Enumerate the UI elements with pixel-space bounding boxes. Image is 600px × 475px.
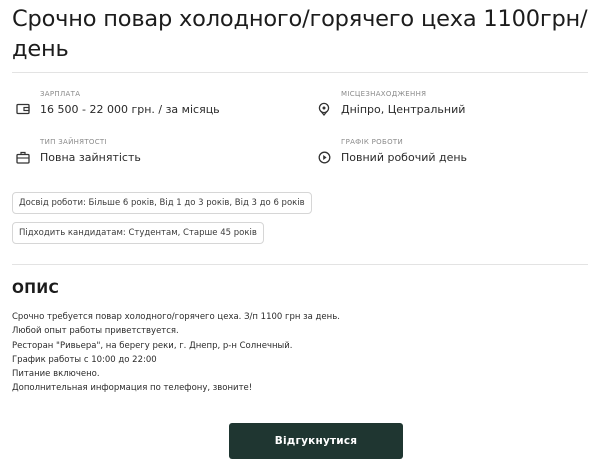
schedule-info: ГРАФІК РОБОТИ Повний робочий день: [313, 137, 583, 168]
description-line: График работы с 10:00 до 22:00: [12, 354, 157, 365]
location-pin-icon: [313, 98, 335, 120]
employment-info: ТИП ЗАЙНЯТОСТІ Повна зайнятість: [12, 137, 292, 168]
location-value: Дніпро, Центральний: [341, 103, 466, 116]
description-line: Дополнительная информация по телефону, з…: [12, 383, 253, 394]
salary-value: 16 500 - 22 000 грн. / за місяць: [40, 103, 220, 116]
briefcase-icon: [12, 146, 34, 168]
schedule-value: Повний робочий день: [341, 151, 468, 164]
divider-mid: [12, 264, 588, 265]
tag-candidates: Підходить кандидатам: Студентам, Старше …: [12, 222, 264, 244]
description-line: Питание включено.: [12, 369, 100, 380]
salary-info: ЗАРПЛАТА 16 500 - 22 000 грн. / за місяц…: [12, 89, 292, 120]
employment-label: ТИП ЗАЙНЯТОСТІ: [40, 138, 107, 146]
description-heading: ОПИС: [12, 281, 60, 297]
clock-icon: [313, 146, 335, 168]
wallet-icon: [12, 98, 34, 120]
tag-experience: Досвід роботи: Більше 6 років, Від 1 до …: [12, 192, 312, 214]
location-label: МІСЦЕЗНАХОДЖЕННЯ: [341, 90, 427, 98]
schedule-label: ГРАФІК РОБОТИ: [341, 138, 404, 146]
salary-label: ЗАРПЛАТА: [40, 90, 81, 98]
employment-value: Повна зайнятість: [40, 151, 141, 164]
apply-button[interactable]: Відгукнутися: [229, 423, 403, 459]
description-line: Любой опыт работы приветствуется.: [12, 326, 179, 337]
divider-top: [12, 72, 588, 73]
description-text: Срочно требуется повар холодного/горячег…: [12, 310, 340, 396]
description-line: Срочно требуется повар холодного/горячег…: [12, 312, 340, 322]
description-line: Ресторан "Ривьера", на берегу реки, г. Д…: [12, 340, 293, 351]
page-title: Срочно повар холодного/горячего цеха 110…: [12, 6, 588, 62]
location-info: МІСЦЕЗНАХОДЖЕННЯ Дніпро, Центральний: [313, 89, 583, 120]
